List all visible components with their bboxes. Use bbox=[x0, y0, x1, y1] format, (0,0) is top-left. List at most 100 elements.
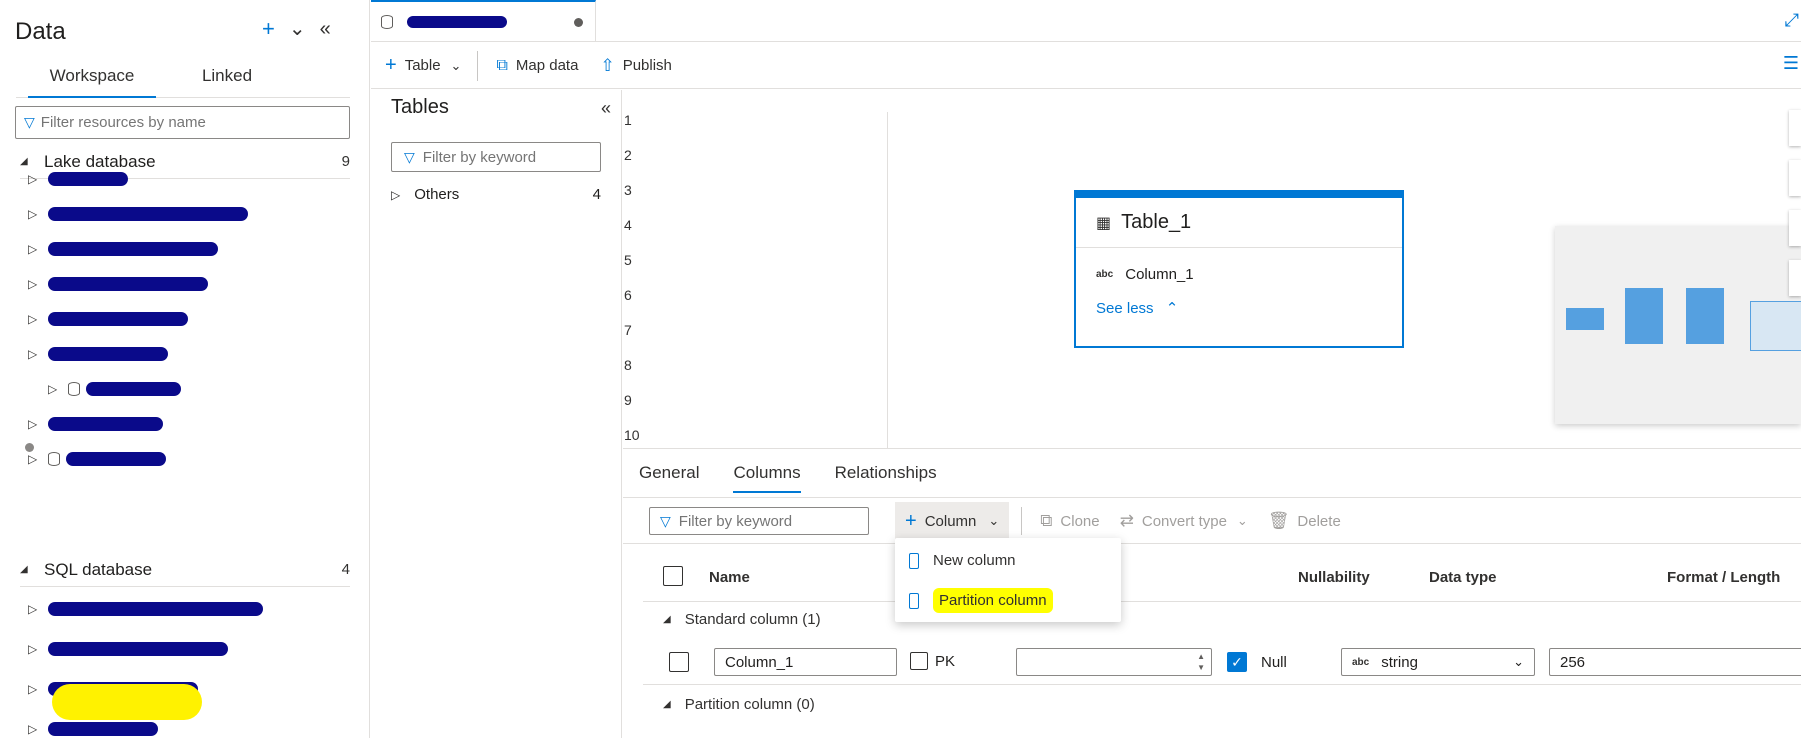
document-tab[interactable] bbox=[371, 0, 596, 42]
tree-item[interactable]: ▷ bbox=[28, 594, 263, 624]
convert-type-button[interactable]: ⇄ Convert type ⌄ bbox=[1120, 511, 1248, 531]
group-standard-column[interactable]: ◢ Standard column (1) bbox=[663, 611, 821, 628]
add-column-button[interactable]: + Column ⌄ bbox=[895, 502, 1010, 540]
length-value: 256 bbox=[1560, 653, 1586, 671]
tab-columns[interactable]: Columns bbox=[733, 449, 801, 493]
pk-label: PK bbox=[935, 653, 956, 670]
section-label: SQL database bbox=[44, 559, 153, 579]
add-icon[interactable]: + bbox=[262, 16, 275, 42]
tables-group-others[interactable]: ▷ Others 4 bbox=[391, 186, 601, 203]
spinner-icon[interactable]: ▲ ▼ bbox=[1197, 651, 1205, 673]
row-checkbox[interactable] bbox=[669, 652, 689, 672]
menu-item-partition-column[interactable]: Partition column bbox=[909, 588, 1053, 613]
tab-general[interactable]: General bbox=[639, 449, 699, 497]
select-all-checkbox[interactable] bbox=[663, 566, 683, 586]
delete-button[interactable]: 🗑 Delete bbox=[1268, 511, 1341, 531]
group-partition-column[interactable]: ◢ Partition column (0) bbox=[663, 696, 815, 713]
section-count: 4 bbox=[341, 561, 350, 578]
tree-item[interactable]: ▷ bbox=[28, 164, 128, 194]
redacted-name bbox=[48, 602, 263, 616]
tree-item[interactable]: ▷ bbox=[28, 339, 168, 369]
null-label: Null bbox=[1261, 654, 1287, 671]
map-data-label: Map data bbox=[515, 57, 579, 74]
tables-filter-input[interactable] bbox=[422, 148, 583, 166]
columns-filter[interactable]: ▽ bbox=[649, 507, 869, 535]
redacted-name bbox=[48, 312, 188, 326]
zoom-in-button[interactable] bbox=[1789, 110, 1801, 146]
tree-item[interactable]: ▷ bbox=[28, 634, 228, 664]
tree-item[interactable]: ▷ bbox=[28, 234, 218, 264]
clone-button[interactable]: ⧉ Clone bbox=[1040, 511, 1099, 531]
chevron-right-icon: ▷ bbox=[28, 452, 38, 466]
publish-label: Publish bbox=[622, 57, 672, 74]
minimap-table bbox=[1566, 308, 1604, 330]
database-icon bbox=[48, 452, 60, 466]
pk-checkbox[interactable] bbox=[910, 652, 928, 670]
toolbar-divider bbox=[1021, 507, 1023, 535]
collapse-pane-icon[interactable]: « bbox=[601, 98, 611, 119]
publish-icon: ⇧ bbox=[600, 55, 615, 75]
chevron-down-icon: ⌄ bbox=[1236, 513, 1248, 528]
collapse-panel-icon[interactable]: « bbox=[320, 16, 331, 42]
map-data-button[interactable]: ⧉ Map data bbox=[496, 57, 578, 75]
clone-icon: ⧉ bbox=[1040, 511, 1053, 530]
section-sql-database[interactable]: ◢ SQL database 4 bbox=[20, 553, 350, 587]
redacted-name bbox=[48, 347, 168, 361]
tree-item[interactable]: ▷ bbox=[28, 269, 208, 299]
row-divider bbox=[643, 601, 1801, 602]
tree-item[interactable]: ▷ bbox=[28, 199, 248, 229]
zoom-out-button[interactable] bbox=[1789, 160, 1801, 196]
column-icon bbox=[909, 592, 919, 609]
fit-button[interactable] bbox=[1789, 210, 1801, 246]
table-card[interactable]: ▦ Table_1 abc Column_1 See less ⌃ bbox=[1074, 190, 1404, 348]
trash-icon: 🗑 bbox=[1267, 511, 1290, 530]
menu-item-label: Partition column bbox=[933, 588, 1053, 613]
menu-item-new-column[interactable]: New column bbox=[909, 552, 1016, 569]
group-label: Standard column (1) bbox=[684, 611, 821, 628]
panel-title: Data bbox=[15, 18, 66, 45]
tab-relationships[interactable]: Relationships bbox=[835, 449, 937, 497]
group-label: Partition column (0) bbox=[684, 696, 815, 713]
expand-icon[interactable]: ⤢ bbox=[1785, 10, 1799, 31]
chevron-double-down-icon[interactable]: ⌄ bbox=[289, 16, 306, 42]
tree-item[interactable]: ▷ bbox=[28, 444, 166, 474]
string-type-icon: abc bbox=[1352, 656, 1370, 668]
chevron-right-icon: ▷ bbox=[391, 187, 401, 202]
header-format-length: Format / Length bbox=[1667, 569, 1781, 586]
redacted-name bbox=[48, 417, 163, 431]
minimap-toggle-button[interactable] bbox=[1789, 260, 1801, 296]
menu-item-label: New column bbox=[933, 552, 1016, 569]
tab-linked[interactable]: Linked bbox=[186, 62, 268, 98]
columns-filter-input[interactable] bbox=[678, 512, 859, 530]
tree-item[interactable]: ▷ bbox=[28, 409, 163, 439]
chevron-right-icon: ▷ bbox=[28, 242, 38, 256]
panel-header-actions: + ⌄ « bbox=[262, 16, 331, 42]
properties-icon[interactable]: ☰ bbox=[1783, 53, 1799, 74]
table-card-column[interactable]: abc Column_1 bbox=[1076, 266, 1402, 283]
chevron-right-icon: ▷ bbox=[28, 722, 38, 736]
tables-filter[interactable]: ▽ bbox=[391, 142, 601, 172]
column-name-field[interactable]: Column_1 bbox=[714, 648, 897, 676]
resource-filter[interactable]: ▽ bbox=[15, 106, 350, 139]
tree-item[interactable]: ▷ bbox=[48, 374, 181, 404]
chevron-right-icon: ▷ bbox=[28, 642, 38, 656]
data-type-select[interactable]: abc string ⌄ bbox=[1341, 648, 1535, 676]
tab-workspace[interactable]: Workspace bbox=[28, 62, 156, 98]
column-name-value: Column_1 bbox=[725, 653, 794, 671]
publish-button[interactable]: ⇧ Publish bbox=[600, 56, 671, 76]
resource-filter-input[interactable] bbox=[40, 114, 331, 131]
see-less-link[interactable]: See less ⌃ bbox=[1076, 299, 1402, 317]
filter-icon: ▽ bbox=[660, 512, 671, 529]
chevron-down-icon: ⌄ bbox=[450, 57, 462, 73]
description-field[interactable]: ▲ ▼ bbox=[1016, 648, 1212, 676]
length-field[interactable]: 256 bbox=[1549, 648, 1801, 676]
add-table-button[interactable]: + Table ⌄ bbox=[385, 54, 461, 77]
plus-icon: + bbox=[385, 54, 397, 76]
tree-item[interactable]: ▷ bbox=[28, 304, 188, 334]
data-type-value: string bbox=[1381, 653, 1418, 671]
line-number: 4 bbox=[624, 217, 632, 233]
null-checkbox[interactable]: ✓ bbox=[1227, 652, 1247, 672]
minimap[interactable] bbox=[1555, 226, 1801, 424]
designer-canvas[interactable]: 1 2 3 4 5 6 7 8 9 10 ▦ Table_1 abc Colum… bbox=[623, 90, 1801, 450]
line-number: 2 bbox=[624, 147, 632, 163]
